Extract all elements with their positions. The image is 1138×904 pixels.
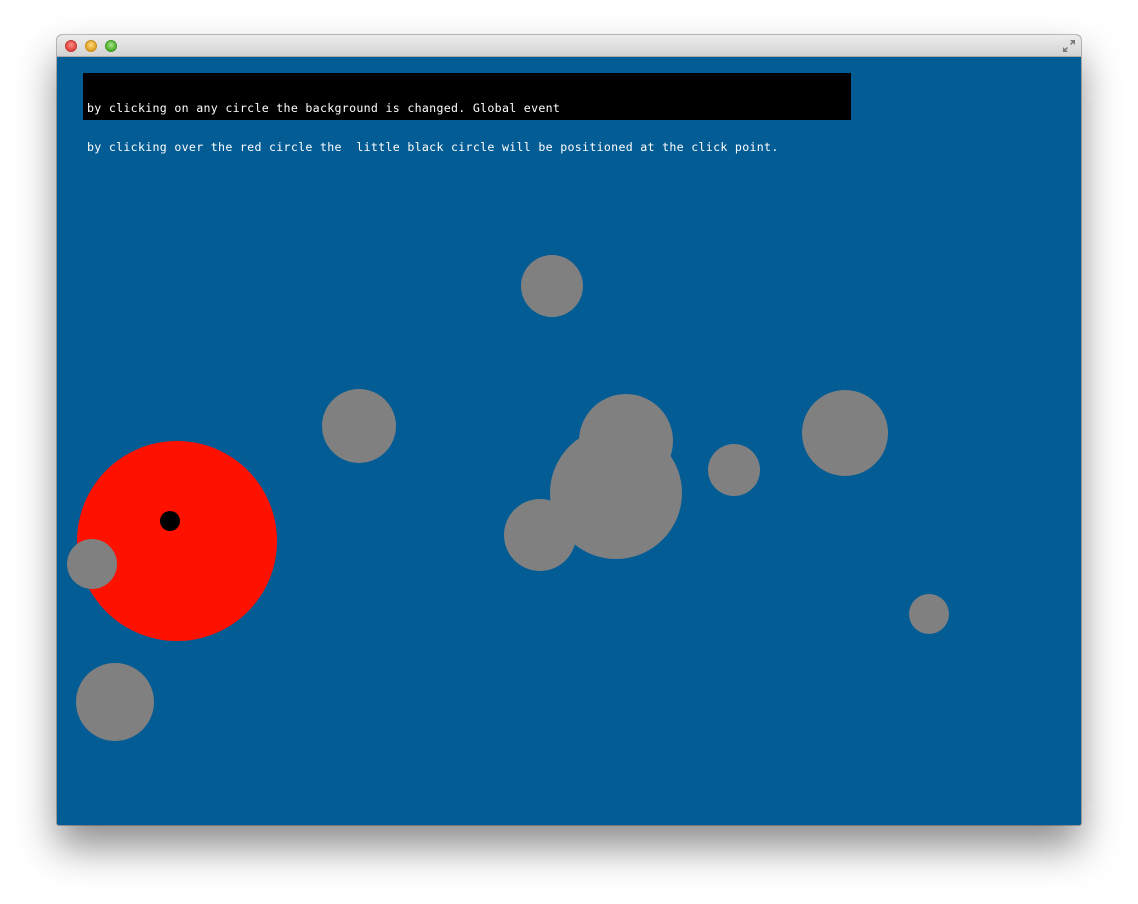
gray-circle[interactable] [504, 499, 576, 571]
gray-circle[interactable] [76, 663, 154, 741]
gray-circle[interactable] [708, 444, 760, 496]
black-marker-circle [160, 511, 180, 531]
gray-circle[interactable] [322, 389, 396, 463]
gray-circle[interactable] [521, 255, 583, 317]
gray-circle[interactable] [67, 539, 117, 589]
fullscreen-icon[interactable] [1061, 38, 1077, 54]
zoom-icon[interactable] [105, 40, 117, 52]
gray-circle[interactable] [802, 390, 888, 476]
title-bar[interactable] [57, 35, 1081, 57]
instructions-box: by clicking on any circle the background… [83, 73, 851, 154]
app-window: by clicking on any circle the background… [57, 35, 1081, 825]
red-circle[interactable] [77, 441, 277, 641]
gray-circle[interactable] [909, 594, 949, 634]
close-icon[interactable] [65, 40, 77, 52]
minimize-icon[interactable] [85, 40, 97, 52]
scene-canvas[interactable]: by clicking on any circle the background… [57, 57, 1081, 825]
instruction-line-1: by clicking on any circle the background… [87, 101, 561, 115]
instruction-line-2: by clicking over the red circle the litt… [87, 140, 779, 154]
